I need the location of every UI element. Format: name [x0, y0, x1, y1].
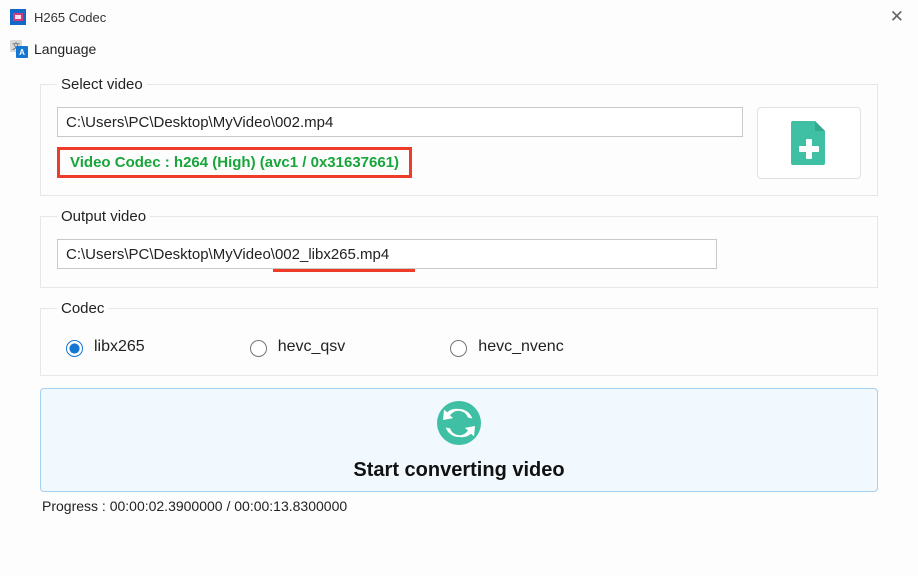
window-titlebar: H265 Codec ✕: [0, 0, 918, 34]
output-filename-highlight: [273, 269, 415, 272]
menu-language[interactable]: Language: [34, 41, 96, 57]
close-icon[interactable]: ✕: [890, 7, 904, 27]
add-file-button[interactable]: [757, 107, 861, 179]
radio-libx265-input[interactable]: [66, 340, 83, 357]
radio-hevc-nvenc-input[interactable]: [450, 340, 467, 357]
radio-hevc-qsv[interactable]: hevc_qsv: [245, 337, 346, 357]
menubar: 文 A Language: [0, 34, 918, 64]
select-video-legend: Select video: [57, 76, 147, 93]
window-title: H265 Codec: [34, 10, 106, 25]
app-icon: [10, 9, 26, 25]
start-convert-label: Start converting video: [353, 459, 564, 482]
add-file-icon: [789, 119, 829, 167]
group-codec: Codec libx265 hevc_qsv hevc_nvenc: [40, 300, 878, 376]
group-output-video: Output video: [40, 208, 878, 288]
start-convert-button[interactable]: Start converting video: [40, 388, 878, 492]
progress-text: Progress : 00:00:02.3900000 / 00:00:13.8…: [40, 498, 878, 514]
svg-text:A: A: [19, 48, 25, 57]
radio-libx265[interactable]: libx265: [61, 337, 145, 357]
codec-info-text: Video Codec : h264 (High) (avc1 / 0x3163…: [70, 154, 399, 171]
codec-info-highlight: Video Codec : h264 (High) (avc1 / 0x3163…: [57, 147, 412, 178]
output-video-legend: Output video: [57, 208, 150, 225]
input-video-path[interactable]: [57, 107, 743, 137]
radio-hevc-qsv-input[interactable]: [250, 340, 267, 357]
codec-legend: Codec: [57, 300, 108, 317]
language-icon: 文 A: [10, 40, 28, 58]
convert-icon: [435, 399, 483, 451]
radio-hevc-nvenc-label: hevc_nvenc: [478, 338, 563, 356]
radio-hevc-qsv-label: hevc_qsv: [278, 338, 346, 356]
group-select-video: Select video Video Codec : h264 (High) (…: [40, 76, 878, 196]
output-video-path[interactable]: [57, 239, 717, 269]
radio-libx265-label: libx265: [94, 338, 145, 356]
radio-hevc-nvenc[interactable]: hevc_nvenc: [445, 337, 563, 357]
